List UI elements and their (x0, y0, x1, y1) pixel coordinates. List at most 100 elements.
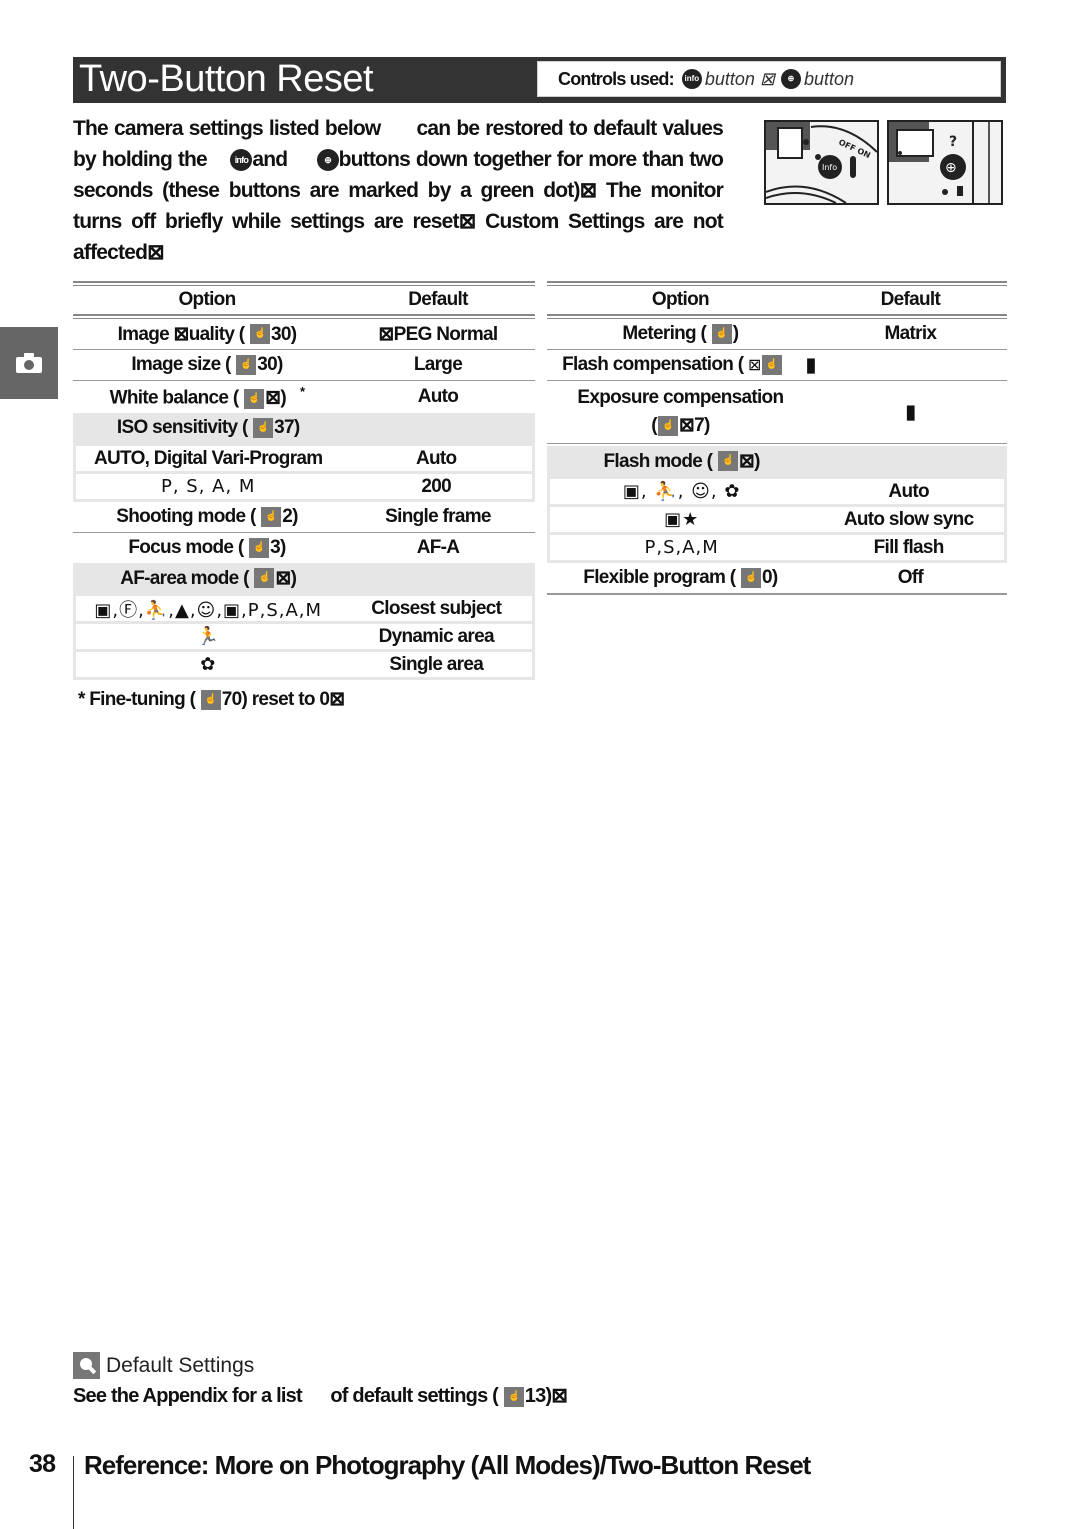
page-reference-icon: ☝ (200, 689, 221, 710)
mode-label: AUTO, Digital Vari-Program (93, 447, 323, 469)
page-title: Two-Button Reset (79, 58, 374, 100)
default-value: ▮ (805, 354, 816, 376)
option-label: Focus mode ( (128, 537, 244, 558)
header-option: Option (178, 289, 236, 310)
controls-used-box: Controls used: info button ⊠ ⊕ button (537, 61, 1001, 97)
table-row: Flexible program ( ☝ 0) Off (547, 563, 1007, 595)
settings-table-right: Option Default Metering ( ☝) Matrix Flas… (547, 281, 1007, 595)
default-value: 200 (421, 475, 452, 497)
note-title-text: Default Settings (106, 1353, 255, 1377)
page-reference-icon: ☝ (761, 354, 782, 375)
option-label: Exposure compensation (577, 387, 784, 408)
night-portrait-mode-icon: ▣★ (664, 509, 700, 530)
table-row: Flash compensation ( ⊠ ☝ ▮ (547, 350, 1007, 381)
intro-text-1: The camera settings listed below (73, 117, 381, 140)
option-label: Shooting mode ( (116, 506, 256, 527)
page-ref: ⊠) (275, 567, 297, 589)
default-value: Dynamic area (378, 625, 495, 647)
page-reference-icon: ☝ (254, 568, 275, 589)
mode-icons: ▣, ⛹, ☺, ✿ (622, 481, 741, 502)
page-reference-icon: ☝ (253, 417, 274, 438)
table-row: Metering ( ☝) Matrix (547, 319, 1007, 350)
default-value: ⊠PEG Normal (378, 323, 498, 345)
flash-mode-group: Flash mode ( ☝ ⊠) ▣, ⛹, ☺, ✿ Auto ▣★ Auto… (547, 446, 1007, 563)
table-row: Exposure compensation (☝ ⊠7) ▮ (547, 381, 1007, 444)
table-subrow: P, S, A, M 200 (76, 474, 532, 499)
table-row: Image ⊠uality ( ☝ 30) ⊠PEG Normal (73, 319, 535, 350)
page-reference-icon: ☝ (503, 1386, 524, 1407)
page-ref: 30) (271, 323, 297, 345)
info-button-icon: info (230, 149, 253, 172)
note-title: Default Settings (73, 1352, 254, 1379)
controls-used-label: Controls used: (558, 68, 675, 89)
option-label: Image ⊠uality ( (117, 323, 246, 345)
header-default: Default (408, 289, 468, 310)
table-subrow: P,S,A,M Fill flash (550, 535, 1004, 560)
default-value: Closest subject (371, 597, 502, 619)
camera-info-button-illustration: OFF ON Info (764, 120, 879, 205)
page-ref: ⊠7) (678, 415, 710, 436)
magnifier-note-icon (73, 1352, 100, 1379)
page-ref: ⊠) (738, 450, 761, 472)
title-bar: Two-Button Reset Controls used: info but… (73, 57, 1006, 103)
mode-label: P, S, A, M (161, 476, 256, 497)
page-ref: ) (732, 323, 739, 344)
page-reference-icon: ☝ (244, 388, 265, 409)
page-reference-icon: ☝ (261, 506, 282, 527)
table-subrow: ✿ Single area (76, 652, 532, 677)
default-value: Single frame (385, 506, 491, 527)
page-number: 38 (29, 1450, 56, 1478)
default-value: Auto slow sync (843, 508, 974, 530)
camera-zoom-button-illustration: ? ⊕ (887, 120, 1003, 205)
sports-mode-icon: 🏃 (196, 626, 220, 647)
iso-sensitivity-group: ISO sensitivity ( ☝ 37) AUTO, Digital Var… (73, 413, 535, 502)
button1-text: button ⊠ (704, 68, 775, 89)
af-area-mode-group: AF-area mode ( ☝ ⊠) ▣,Ⓕ,⛹,▲,☺,▣,P,S,A,M C… (73, 563, 535, 680)
section-tab-shooting[interactable] (0, 327, 58, 399)
default-value: Auto (417, 386, 459, 407)
footer-breadcrumb: Reference: More on Photography (All Mode… (84, 1450, 811, 1480)
page-ref: 30) (257, 354, 283, 375)
option-label: AF-area mode ( (120, 567, 249, 589)
page-reference-icon: ☝ (711, 323, 732, 344)
info-button-icon: info (681, 69, 702, 89)
footnote-text: * Fine-tuning ( (78, 689, 196, 710)
page-reference-icon: ☝ (717, 451, 738, 472)
page-reference-icon: ☝ (236, 354, 257, 375)
option-label: Metering ( (622, 323, 707, 344)
zoom-in-button-icon: ⊕ (316, 149, 339, 172)
default-value: AF-A (416, 537, 460, 558)
option-label: Flash compensation ( (562, 354, 744, 375)
table-subrow: ▣★ Auto slow sync (550, 507, 1004, 532)
page-ref: ⊠) (265, 387, 287, 409)
header-default: Default (880, 289, 941, 310)
table-header: Option Default (73, 286, 535, 314)
table-header: Option Default (547, 286, 1007, 314)
settings-table-left: Option Default Image ⊠uality ( ☝ 30) ⊠PEG… (73, 281, 535, 680)
table-subrow: ▣, ⛹, ☺, ✿ Auto (550, 479, 1004, 504)
close-up-mode-icon: ✿ (200, 654, 217, 675)
page-ref: 3) (270, 537, 286, 558)
header-option: Option (651, 289, 710, 310)
option-label: ISO sensitivity ( (116, 417, 248, 438)
footnote: * Fine-tuning ( ☝ 70) reset to 0⊠ (78, 688, 345, 711)
note-body: See the Appendix for a list of default s… (73, 1383, 568, 1408)
page-ref: 2) (282, 506, 298, 527)
default-value: Matrix (884, 323, 937, 344)
intro-paragraph: The camera settings listed below can be … (73, 113, 724, 268)
option-label: Image size ( (131, 354, 231, 375)
mode-label: P,S,A,M (644, 537, 719, 558)
note-text-1: See the Appendix for a list (73, 1385, 303, 1407)
default-value: Off (897, 567, 924, 588)
table-row: White balance ( ☝ ⊠) * Auto (73, 381, 535, 413)
footnote-ref: 70) reset to 0⊠ (221, 689, 345, 710)
table-row: Image size ( ☝ 30) Large (73, 350, 535, 381)
default-value: Auto (416, 447, 457, 469)
note-text-2: of default settings ( (330, 1385, 499, 1407)
default-value: Fill flash (873, 536, 945, 558)
default-value: Single area (389, 653, 484, 675)
table-subrow: ▣,Ⓕ,⛹,▲,☺,▣,P,S,A,M Closest subject (76, 596, 532, 621)
camera-icon (16, 353, 42, 373)
default-value: Auto (888, 480, 929, 502)
option-label: Flexible program ( (583, 567, 736, 588)
